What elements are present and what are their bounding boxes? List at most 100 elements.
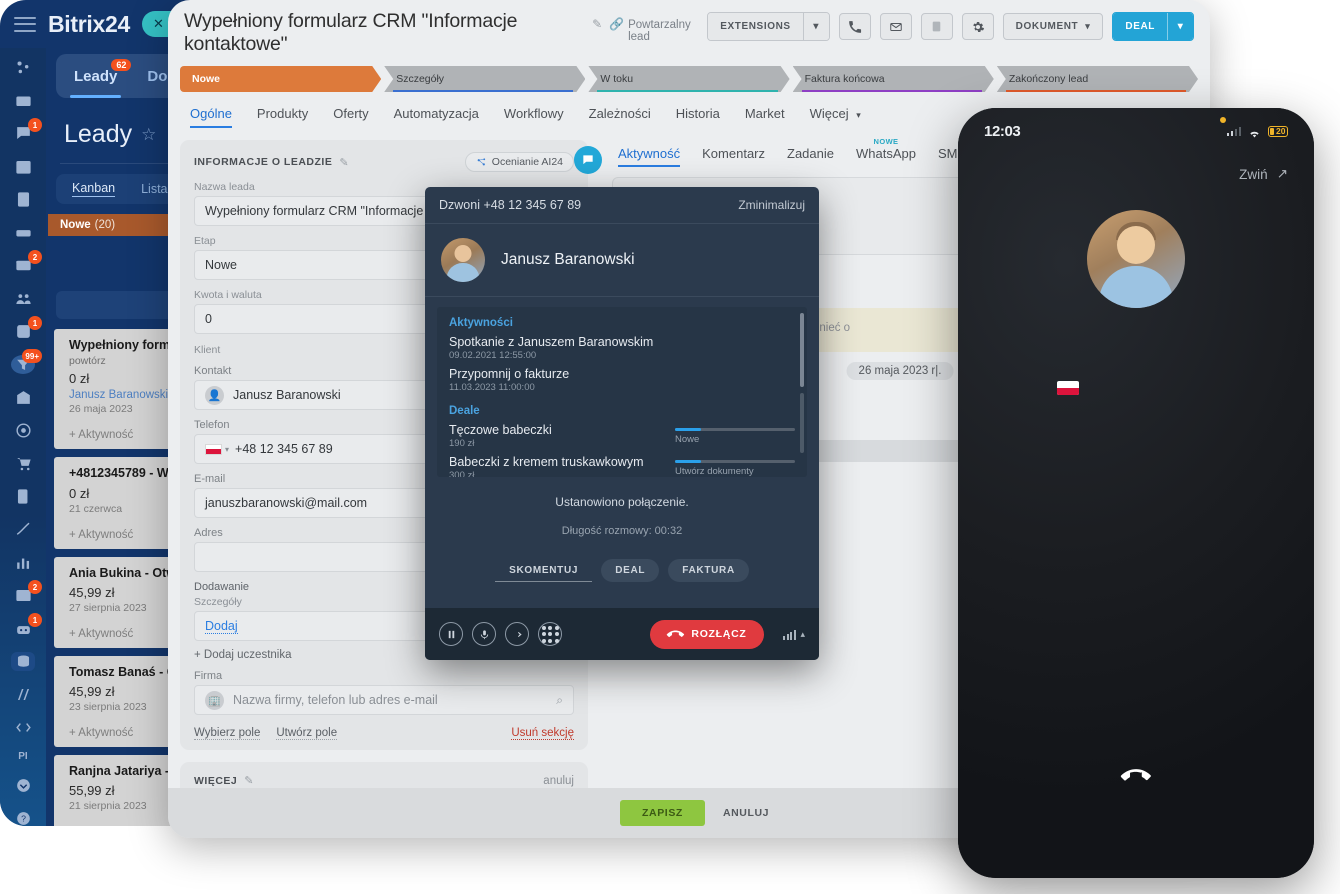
sidebar-item-documents[interactable] [11,190,35,209]
mail-icon[interactable] [879,13,912,40]
expand-arrow-icon[interactable]: ↗ [1277,166,1288,182]
sidebar-item-signing[interactable] [11,487,35,506]
pipeline-stage-szczegoly[interactable]: Szczegóły [384,66,585,92]
view-tab-kanban[interactable]: Kanban [72,181,116,197]
edit-pencil-icon[interactable]: ✎ [592,17,602,31]
extensions-button[interactable]: EXTENSIONS [708,13,803,40]
pipeline-stage-nowe[interactable]: Nowe [180,66,381,92]
hamburger-menu-icon[interactable] [14,16,36,32]
pipeline-stage-faktura[interactable]: Faktura końcowa [793,66,994,92]
sidebar-item-more[interactable] [11,776,35,795]
activity-name[interactable]: Spotkanie z Januszem Baranowskim [449,335,795,349]
bitrix24-sidebar: 1 2 1 99+ 2 1 PI ? [0,48,46,826]
pause-icon[interactable] [439,622,463,646]
create-field-link[interactable]: Utwórz pole [276,727,338,740]
nav-market[interactable]: Market [745,106,785,128]
sidebar-item-chat[interactable]: 1 [11,118,42,143]
sidebar-item-esign[interactable] [11,520,35,539]
tab-do[interactable]: Do [147,68,167,85]
new-tag: NOWE [873,137,899,146]
tab-whatsapp[interactable]: NOWE WhatsApp [856,137,916,167]
sidebar-item-feed[interactable] [11,58,35,77]
hangup-button[interactable]: ROZŁĄCZ [650,619,765,649]
deal-action-button[interactable]: DEAL [601,559,660,582]
nav-produkty[interactable]: Produkty [257,106,308,128]
delete-section-link[interactable]: Usuń sekcję [511,727,574,740]
add-link[interactable]: Dodaj [205,619,238,634]
nav-historia[interactable]: Historia [676,106,720,128]
call-info-scroll-area[interactable]: Aktywności Spotkanie z Januszem Baranows… [437,307,807,477]
favorite-star-icon[interactable]: ☆ [141,125,156,145]
sidebar-item-analytics[interactable] [11,553,35,572]
crm-lead-title[interactable]: Wypełniony formularz CRM "Informacje kon… [184,10,583,56]
activities-heading: Aktywności [449,317,513,329]
extensions-caret-icon[interactable]: ▾ [802,13,829,40]
document-icon[interactable] [920,13,953,40]
phone-collapse-row[interactable]: Zwiń ↗ [958,154,1314,182]
tab-komentarz[interactable]: Komentarz [702,146,765,167]
edit-pencil-icon[interactable]: ✎ [339,156,348,169]
invoice-action-button[interactable]: FAKTURA [668,559,749,582]
scrollbar-track[interactable] [800,393,804,453]
view-tab-lista[interactable]: Lista [141,182,167,196]
nav-automatyzacja[interactable]: Automatyzacja [394,106,479,128]
phone-icon[interactable] [838,13,871,40]
nav-oferty[interactable]: Oferty [333,106,368,128]
search-icon[interactable]: ⌕ [556,693,563,708]
deal-row[interactable]: Tęczowe babeczki 190 zł Nowe [449,423,795,449]
deal-button[interactable]: DEAL [1113,13,1167,40]
sidebar-item-store[interactable] [11,454,35,473]
nav-zaleznosci[interactable]: Zależności [589,106,651,128]
stage-color-bar [802,90,982,92]
ai-scoring-button[interactable]: Ocenianie AI24 [464,152,574,172]
sidebar-item-pl[interactable]: PI [11,751,35,762]
link-icon[interactable]: 🔗 [609,17,624,31]
tab-aktywnosc[interactable]: Aktywność [618,146,681,167]
close-icon[interactable]: ✕ [153,16,165,32]
tab-zadanie[interactable]: Zadanie [787,146,834,167]
microphone-icon[interactable] [472,622,496,646]
sidebar-item-sites[interactable] [11,388,35,407]
sidebar-item-marketing[interactable] [11,421,35,440]
pipeline-stage-zakonczony[interactable]: Zakończony lead [997,66,1198,92]
chat-icon[interactable] [574,146,602,174]
sidebar-item-apps[interactable] [11,685,35,704]
sidebar-item-automation[interactable]: 1 [11,613,42,638]
nav-workflowy[interactable]: Workflowy [504,106,564,128]
sidebar-item-drive[interactable] [11,223,35,242]
sidebar-item-company[interactable] [11,289,35,308]
save-button[interactable]: ZAPISZ [620,800,705,826]
activity-name[interactable]: Przypomnij o fakturze [449,367,795,381]
scrollbar-thumb[interactable] [800,313,804,387]
comment-action-button[interactable]: SKOMENTUJ [495,559,593,582]
sidebar-item-mail[interactable]: 2 [11,250,42,275]
pipeline-stage-wtoku[interactable]: W toku [588,66,789,92]
sidebar-item-tasks[interactable]: 1 [11,316,42,341]
deal-caret-icon[interactable]: ▾ [1167,13,1193,40]
select-field-link[interactable]: Wybierz pole [194,727,261,740]
cancel-button[interactable]: ANULUJ [723,807,769,819]
transfer-icon[interactable] [505,622,529,646]
minimize-button[interactable]: Zminimalizuj [738,198,805,212]
company-input[interactable]: 🏢 Nazwa firmy, telefon lub adres e-mail … [194,685,574,715]
more-cancel-link[interactable]: anuluj [543,775,574,787]
sidebar-item-briefcase[interactable] [11,91,35,110]
sidebar-item-help[interactable]: ? [11,809,35,826]
sidebar-item-contacts[interactable]: 2 [11,580,42,605]
sidebar-item-calendar[interactable] [11,157,35,176]
edit-pencil-icon[interactable]: ✎ [244,774,253,787]
sidebar-item-storage[interactable] [11,652,35,671]
nav-ogolne[interactable]: Ogólne [190,106,232,128]
tab-do-label: Do [147,67,168,85]
dokument-button[interactable]: DOKUMENT ▾ [1002,13,1104,40]
lead-info-title: INFORMACJE O LEADZIE [194,156,333,168]
keypad-icon[interactable] [538,622,562,646]
chevron-down-icon[interactable]: ▾ [225,445,229,454]
sidebar-item-crm[interactable]: 99+ [11,349,42,374]
gear-icon[interactable] [961,13,994,40]
sidebar-item-code[interactable] [11,718,35,737]
deal-row[interactable]: Babeczki z kremem truskawkowym 300 zł Ut… [449,455,795,477]
call-dialog-title: Dzwoni +48 12 345 67 89 [439,198,582,212]
tab-leady[interactable]: Leady 62 [69,58,132,98]
nav-wiecej[interactable]: Więcej ▾ [810,106,861,128]
